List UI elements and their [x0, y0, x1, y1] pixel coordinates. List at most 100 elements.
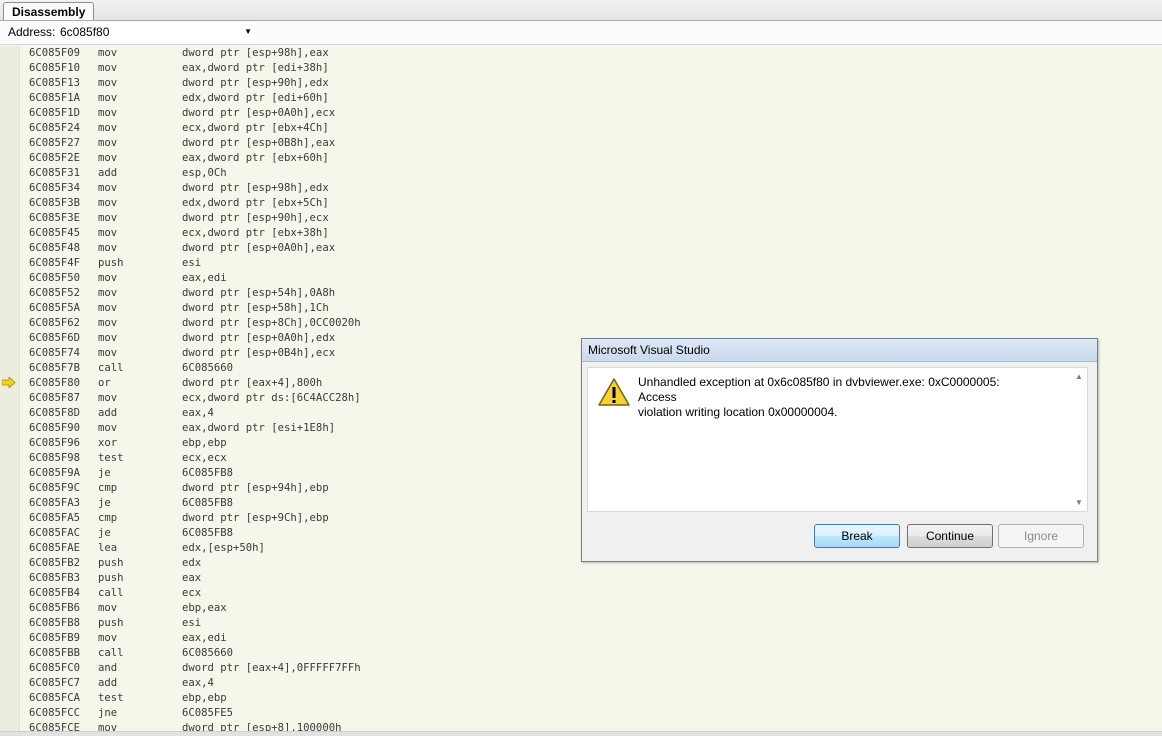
instruction-operands: dword ptr [esp+0A0h],ecx	[182, 107, 336, 119]
disassembly-line[interactable]: 6C085FB3 push eax	[29, 571, 361, 586]
instruction-operands: 6C085FB8	[182, 497, 234, 509]
disassembly-line[interactable]: 6C085FA3 je 6C085FB8	[29, 496, 361, 511]
disassembly-line[interactable]: 6C085F87 mov ecx,dword ptr ds:[6C4ACC28h]	[29, 391, 361, 406]
disassembly-line[interactable]: 6C085FB8 push esi	[29, 616, 361, 631]
disassembly-line[interactable]: 6C085F10 mov eax,dword ptr [edi+38h]	[29, 61, 361, 76]
disassembly-line[interactable]: 6C085FCA test ebp,ebp	[29, 691, 361, 706]
chevron-down-icon[interactable]: ▼	[244, 27, 252, 36]
disassembly-line[interactable]: 6C085F1A mov edx,dword ptr [edi+60h]	[29, 91, 361, 106]
instruction-operands: ebp,ebp	[182, 437, 227, 449]
instruction-mnemonic: or	[98, 377, 111, 389]
disassembly-line[interactable]: 6C085F3E mov dword ptr [esp+90h],ecx	[29, 211, 361, 226]
disassembly-line[interactable]: 6C085FC7 add eax,4	[29, 676, 361, 691]
disassembly-line[interactable]: 6C085FC0 and dword ptr [eax+4],0FFFFF7FFh	[29, 661, 361, 676]
disassembly-line[interactable]: 6C085F8D add eax,4	[29, 406, 361, 421]
instruction-operands: esp,0Ch	[182, 167, 227, 179]
disassembly-line[interactable]: 6C085FAE lea edx,[esp+50h]	[29, 541, 361, 556]
instruction-mnemonic: mov	[98, 227, 118, 239]
disassembly-line[interactable]: 6C085F48 mov dword ptr [esp+0A0h],eax	[29, 241, 361, 256]
instruction-operands: dword ptr [esp+0A0h],eax	[182, 242, 336, 254]
disassembly-line[interactable]: 6C085F52 mov dword ptr [esp+54h],0A8h	[29, 286, 361, 301]
instruction-operands: 6C085660	[182, 362, 234, 374]
disassembly-line[interactable]: 6C085F5A mov dword ptr [esp+58h],1Ch	[29, 301, 361, 316]
disassembly-line[interactable]: 6C085F98 test ecx,ecx	[29, 451, 361, 466]
instruction-mnemonic: call	[98, 587, 124, 599]
disassembly-line[interactable]: 6C085F2E mov eax,dword ptr [ebx+60h]	[29, 151, 361, 166]
instruction-operands: edx,[esp+50h]	[182, 542, 265, 554]
address-combo[interactable]: 6c085f80 ▼	[58, 23, 256, 42]
disassembly-line[interactable]: 6C085F31 add esp,0Ch	[29, 166, 361, 181]
disassembly-line[interactable]: 6C085F90 mov eax,dword ptr [esi+1E8h]	[29, 421, 361, 436]
instruction-mnemonic: push	[98, 617, 124, 629]
instruction-address: 6C085FB2	[29, 557, 81, 569]
scroll-up-icon[interactable]: ▲	[1075, 372, 1083, 381]
instruction-address: 6C085F98	[29, 452, 81, 464]
instruction-address: 6C085F9C	[29, 482, 81, 494]
disassembly-line[interactable]: 6C085F7B call 6C085660	[29, 361, 361, 376]
instruction-mnemonic: mov	[98, 212, 118, 224]
disassembly-line[interactable]: 6C085F3B mov edx,dword ptr [ebx+5Ch]	[29, 196, 361, 211]
instruction-mnemonic: mov	[98, 422, 118, 434]
disassembly-line[interactable]: 6C085F24 mov ecx,dword ptr [ebx+4Ch]	[29, 121, 361, 136]
instruction-mnemonic: mov	[98, 392, 118, 404]
dialog-message-line: violation writing location 0x00000004.	[638, 405, 838, 419]
disassembly-line[interactable]: 6C085F4F push esi	[29, 256, 361, 271]
dialog-titlebar[interactable]: Microsoft Visual Studio	[582, 339, 1097, 362]
instruction-operands: dword ptr [esp+94h],ebp	[182, 482, 329, 494]
disassembly-line[interactable]: 6C085FAC je 6C085FB8	[29, 526, 361, 541]
ignore-button[interactable]: Ignore	[998, 524, 1084, 548]
instruction-address: 6C085F13	[29, 77, 81, 89]
breakpoint-gutter[interactable]	[0, 46, 20, 732]
continue-button[interactable]: Continue	[907, 524, 993, 548]
tab-disassembly[interactable]: Disassembly	[3, 2, 95, 20]
disassembly-line[interactable]: 6C085FB2 push edx	[29, 556, 361, 571]
instruction-address: 6C085F9A	[29, 467, 81, 479]
scroll-down-icon[interactable]: ▼	[1075, 498, 1083, 507]
disassembly-line[interactable]: 6C085F13 mov dword ptr [esp+90h],edx	[29, 76, 361, 91]
disassembly-line[interactable]: 6C085FBB call 6C085660	[29, 646, 361, 661]
instruction-operands: esi	[182, 617, 202, 629]
disassembly-line[interactable]: 6C085FA5 cmp dword ptr [esp+9Ch],ebp	[29, 511, 361, 526]
instruction-mnemonic: mov	[98, 152, 118, 164]
instruction-mnemonic: mov	[98, 137, 118, 149]
disassembly-line[interactable]: 6C085F9C cmp dword ptr [esp+94h],ebp	[29, 481, 361, 496]
instruction-mnemonic: mov	[98, 317, 118, 329]
disassembly-line[interactable]: 6C085FB4 call ecx	[29, 586, 361, 601]
instruction-operands: ecx,dword ptr ds:[6C4ACC28h]	[182, 392, 361, 404]
disassembly-line[interactable]: 6C085F27 mov dword ptr [esp+0B8h],eax	[29, 136, 361, 151]
instruction-operands: eax,4	[182, 407, 214, 419]
instruction-address: 6C085FAC	[29, 527, 81, 539]
disassembly-line[interactable]: 6C085F09 mov dword ptr [esp+98h],eax	[29, 46, 361, 61]
disassembly-line[interactable]: 6C085F50 mov eax,edi	[29, 271, 361, 286]
disassembly-line[interactable]: 6C085F6D mov dword ptr [esp+0A0h],edx	[29, 331, 361, 346]
instruction-operands: dword ptr [eax+4],0FFFFF7FFh	[182, 662, 361, 674]
instruction-address: 6C085FB8	[29, 617, 81, 629]
disassembly-line[interactable]: 6C085F74 mov dword ptr [esp+0B4h],ecx	[29, 346, 361, 361]
instruction-address: 6C085F45	[29, 227, 81, 239]
disassembly-line[interactable]: 6C085F62 mov dword ptr [esp+8Ch],0CC0020h	[29, 316, 361, 331]
instruction-address: 6C085FCC	[29, 707, 81, 719]
instruction-address: 6C085F87	[29, 392, 81, 404]
instruction-operands: edx,dword ptr [edi+60h]	[182, 92, 329, 104]
break-button[interactable]: Break	[814, 524, 900, 548]
disassembly-line[interactable]: 6C085FB9 mov eax,edi	[29, 631, 361, 646]
disassembly-line[interactable]: 6C085F96 xor ebp,ebp	[29, 436, 361, 451]
horizontal-scrollbar[interactable]	[0, 731, 1162, 736]
dialog-message: Unhandled exception at 0x6c085f80 in dvb…	[638, 375, 1038, 420]
message-scrollbar[interactable]: ▲ ▼	[1070, 368, 1087, 511]
disassembly-line[interactable]: 6C085F1D mov dword ptr [esp+0A0h],ecx	[29, 106, 361, 121]
disassembly-line[interactable]: 6C085FB6 mov ebp,eax	[29, 601, 361, 616]
disassembly-line[interactable]: 6C085F45 mov ecx,dword ptr [ebx+38h]	[29, 226, 361, 241]
instruction-operands: dword ptr [esp+90h],edx	[182, 77, 329, 89]
disassembly-line[interactable]: 6C085F34 mov dword ptr [esp+98h],edx	[29, 181, 361, 196]
instruction-address: 6C085F3B	[29, 197, 81, 209]
warning-icon	[598, 378, 630, 406]
disassembly-line[interactable]: 6C085F9A je 6C085FB8	[29, 466, 361, 481]
instruction-mnemonic: mov	[98, 287, 118, 299]
instruction-mnemonic: push	[98, 557, 124, 569]
instruction-mnemonic: add	[98, 167, 118, 179]
disassembly-line[interactable]: 6C085FCC jne 6C085FE5	[29, 706, 361, 721]
instruction-mnemonic: mov	[98, 272, 118, 284]
address-value[interactable]: 6c085f80	[60, 25, 109, 39]
disassembly-line[interactable]: 6C085F80 or dword ptr [eax+4],800h	[29, 376, 361, 391]
